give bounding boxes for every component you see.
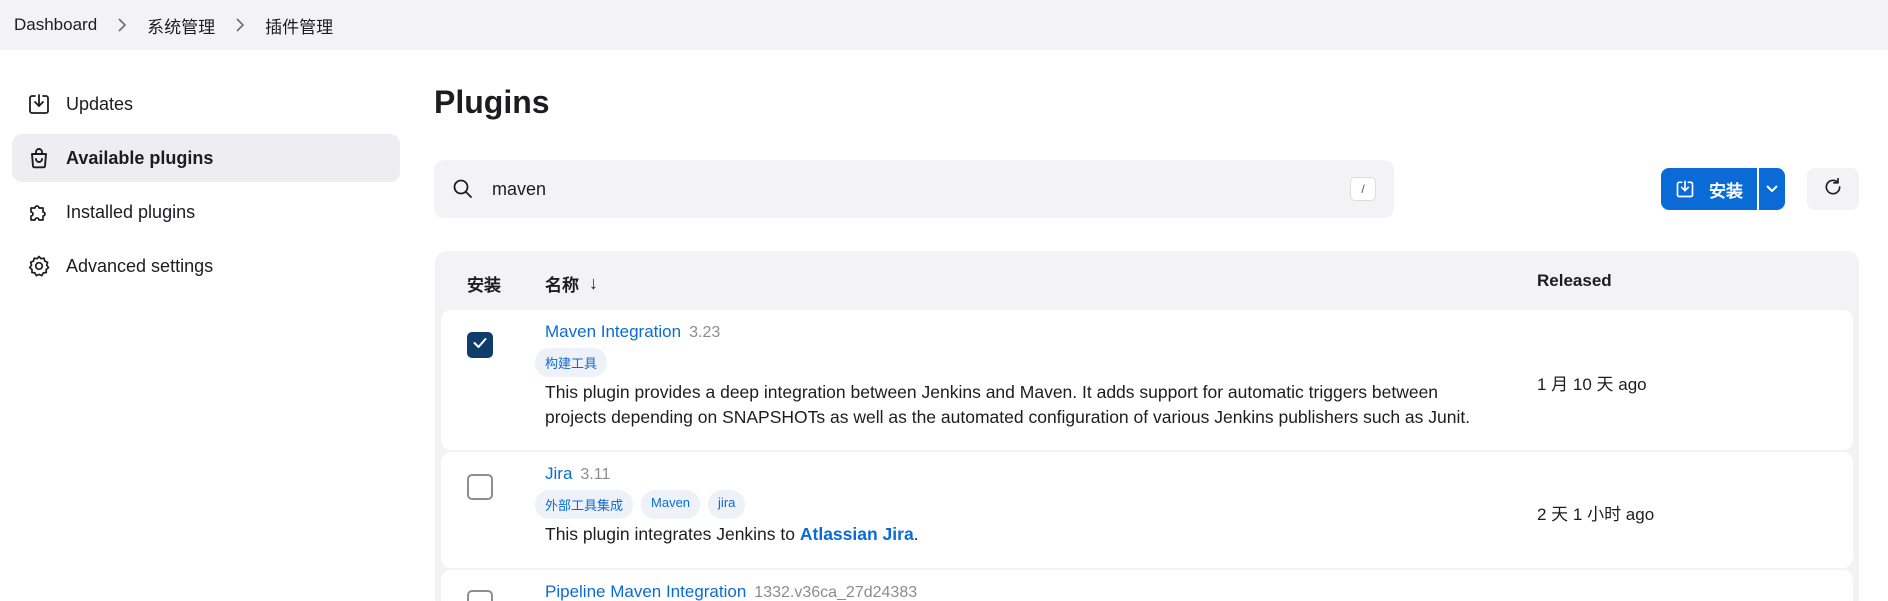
refresh-button[interactable] — [1807, 168, 1859, 210]
plugin-name-link[interactable]: Jira 3.11 — [545, 464, 610, 484]
description-text: . — [913, 524, 919, 544]
category-tag[interactable]: 外部工具集成 — [535, 490, 634, 519]
sidebar: Updates Available plugins Installed plug… — [12, 80, 400, 296]
category-tag[interactable]: 构建工具 — [535, 348, 608, 377]
search-input[interactable] — [492, 178, 1350, 200]
released-time: 1 月 10 天 ago — [1537, 375, 1647, 394]
sidebar-item-advanced-settings[interactable]: Advanced settings — [12, 242, 400, 290]
description-line: This plugin provides a deep integration … — [545, 382, 1439, 402]
plugin-name: Pipeline Maven Integration — [545, 582, 747, 601]
plugin-name: Jira — [545, 464, 573, 483]
category-tag[interactable]: Maven — [641, 490, 701, 519]
sidebar-item-label: Installed plugins — [66, 201, 196, 222]
table-row: Jira 3.11 外部工具集成 Maven jira This plugin i… — [441, 452, 1853, 568]
description-line: projects depending on SNAPSHOTs as well … — [545, 407, 1471, 427]
plugins-table: 安装 名称 ↓ Released Maven Integration 3.23 构… — [435, 251, 1859, 601]
chevron-right-icon — [113, 16, 131, 34]
install-options-dropdown[interactable] — [1757, 168, 1785, 210]
plugin-tags: 外部工具集成 Maven jira — [535, 490, 753, 519]
sidebar-item-label: Available plugins — [66, 147, 214, 168]
sort-down-icon: ↓ — [589, 273, 598, 293]
released-time: 2 天 1 小时 ago — [1537, 505, 1655, 524]
checkmark-icon — [473, 336, 487, 354]
puzzle-icon — [26, 199, 52, 225]
search-bar: / — [434, 160, 1394, 218]
search-icon — [452, 178, 474, 200]
table-row: Pipeline Maven Integration 1332.v36ca_27d… — [441, 570, 1853, 601]
download-icon — [1675, 179, 1695, 199]
install-button[interactable]: 安装 — [1661, 168, 1757, 210]
plugin-name: Maven Integration — [545, 322, 682, 341]
category-tag[interactable]: jira — [708, 490, 746, 519]
breadcrumb-plugin-management[interactable]: 插件管理 — [265, 13, 333, 38]
install-button-group: 安装 — [1661, 168, 1785, 210]
breadcrumb-system-management[interactable]: 系统管理 — [147, 13, 215, 38]
refresh-icon — [1823, 177, 1843, 202]
table-header: 安装 名称 ↓ Released — [441, 251, 1853, 310]
install-button-label: 安装 — [1709, 181, 1743, 201]
breadcrumb: Dashboard 系统管理 插件管理 — [0, 0, 1888, 50]
plugin-version: 3.11 — [580, 466, 611, 483]
breadcrumb-dashboard[interactable]: Dashboard — [14, 15, 97, 35]
chevron-right-icon — [231, 16, 249, 34]
plugin-name-link[interactable]: Maven Integration 3.23 — [545, 322, 720, 342]
sidebar-item-updates[interactable]: Updates — [12, 80, 400, 128]
chevron-down-icon — [1766, 180, 1778, 198]
install-checkbox[interactable] — [467, 474, 493, 500]
sidebar-item-available-plugins[interactable]: Available plugins — [12, 134, 400, 182]
keyboard-shortcut-hint: / — [1350, 177, 1376, 201]
atlassian-jira-link[interactable]: Atlassian Jira — [800, 524, 914, 544]
plugin-version: 1332.v36ca_27d24383 — [754, 584, 918, 601]
plugin-version: 3.23 — [689, 324, 721, 341]
column-header-released[interactable]: Released — [1537, 271, 1612, 291]
plugin-description: This plugin provides a deep integration … — [545, 380, 1495, 430]
table-row: Maven Integration 3.23 构建工具 This plugin p… — [441, 310, 1853, 450]
plugin-name-link[interactable]: Pipeline Maven Integration 1332.v36ca_27d… — [545, 582, 917, 601]
plugin-description: This plugin integrates Jenkins to Atlass… — [545, 522, 1495, 547]
plugin-tags: 构建工具 — [535, 348, 615, 377]
install-checkbox[interactable] — [467, 590, 493, 601]
install-checkbox[interactable] — [467, 332, 493, 358]
sidebar-item-installed-plugins[interactable]: Installed plugins — [12, 188, 400, 236]
gear-icon — [26, 253, 52, 279]
shopping-bag-icon — [26, 145, 52, 171]
column-header-install: 安装 — [467, 276, 501, 295]
sidebar-item-label: Updates — [66, 93, 134, 114]
sidebar-item-label: Advanced settings — [66, 255, 214, 276]
column-header-name-label: 名称 — [545, 276, 579, 295]
download-icon — [26, 91, 52, 117]
page-title: Plugins — [434, 84, 550, 120]
description-text: This plugin integrates Jenkins to — [545, 524, 800, 544]
column-header-name[interactable]: 名称 ↓ — [545, 271, 598, 296]
